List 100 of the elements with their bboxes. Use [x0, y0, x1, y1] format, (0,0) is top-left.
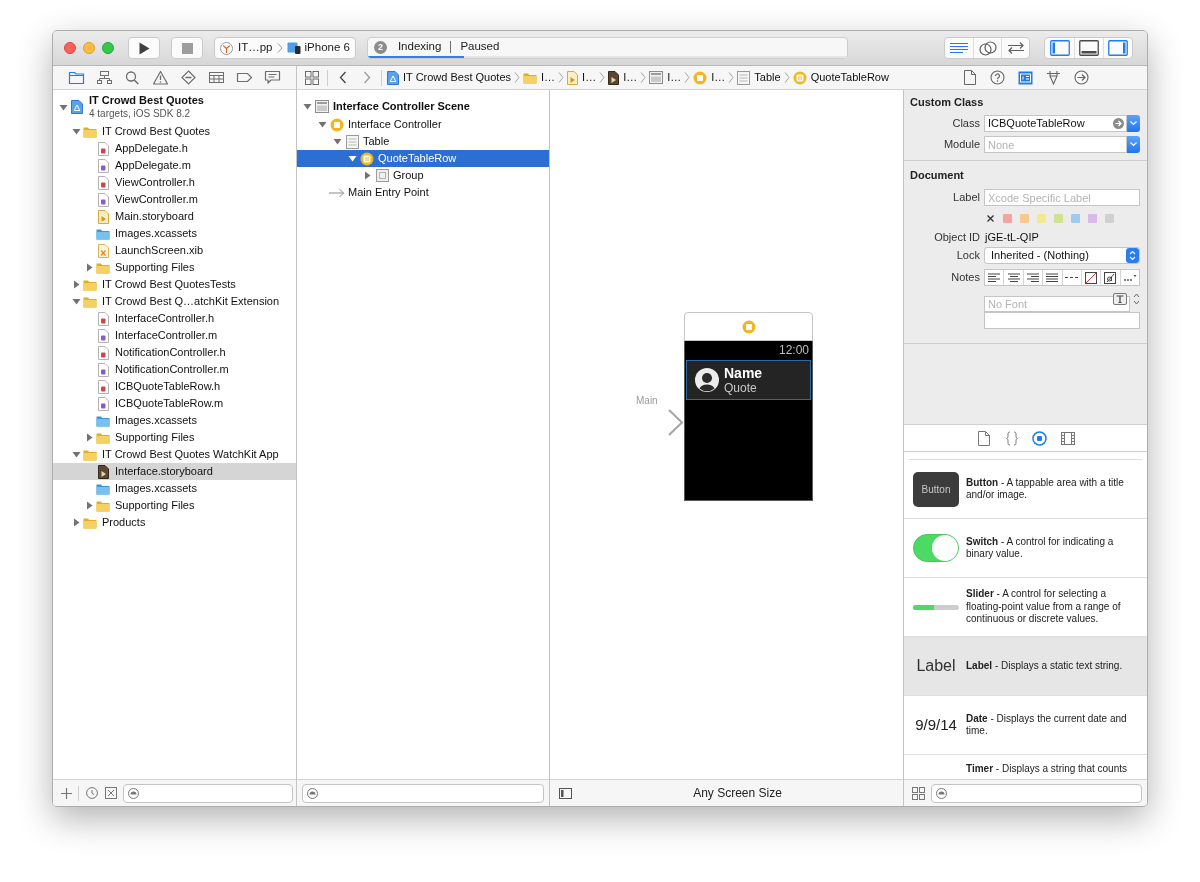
- disclosure-triangle-icon[interactable]: [58, 102, 68, 112]
- device-popup[interactable]: iPhone 6: [286, 39, 350, 57]
- file-name: InterfaceController.m: [115, 328, 218, 344]
- color-swatch[interactable]: [1037, 213, 1046, 223]
- disclosure-triangle-icon[interactable]: [71, 297, 81, 306]
- zoom-button[interactable]: [102, 42, 114, 54]
- disclosure-triangle-icon[interactable]: [71, 450, 81, 459]
- field-label: Notes: [950, 270, 980, 286]
- jump-bar-item[interactable]: I…: [649, 69, 682, 86]
- jump-bar-item[interactable]: I…: [693, 69, 726, 86]
- disclosure-triangle-icon[interactable]: [71, 518, 81, 527]
- jump-bar-item[interactable]: I…: [523, 69, 556, 86]
- table-row[interactable]: Name Quote: [686, 360, 811, 400]
- folder-icon: [96, 482, 110, 495]
- crossed-square-icon: [104, 787, 117, 799]
- disclosure-triangle-icon[interactable]: [71, 280, 81, 289]
- folder-icon: [96, 431, 110, 444]
- scm-filter-button[interactable]: [104, 786, 117, 800]
- file-name: Images.xcassets: [115, 413, 197, 429]
- label-field[interactable]: Xcode Specific Label: [984, 189, 1140, 206]
- inspector-tab[interactable]: [989, 67, 1006, 88]
- chevron-down-icon: [1130, 121, 1137, 126]
- color-swatch[interactable]: [1105, 213, 1114, 223]
- dropdown-button[interactable]: [1127, 136, 1140, 153]
- notes-text-field[interactable]: [984, 312, 1140, 329]
- boxed-glyph-icon[interactable]: [1104, 271, 1117, 284]
- library-tab[interactable]: [1004, 428, 1019, 448]
- library-tab[interactable]: [976, 428, 991, 448]
- disclosure-triangle-icon[interactable]: [84, 501, 94, 510]
- arrow-circle-icon: [1074, 70, 1089, 85]
- jump-bar-item[interactable]: I…: [608, 69, 638, 86]
- window-icon: [315, 99, 329, 113]
- file-name: ICBQuoteTableRow.h: [115, 379, 221, 395]
- arrow-circle-icon[interactable]: [1113, 118, 1124, 129]
- field-label: Label: [952, 190, 980, 206]
- lock-popup[interactable]: Inherited - (Nothing): [984, 247, 1140, 264]
- library-tab[interactable]: [1032, 428, 1047, 448]
- class-field[interactable]: ICBQuoteTableRow: [984, 115, 1127, 132]
- dashed-line-icon[interactable]: [1065, 276, 1079, 279]
- font-box-icon[interactable]: [1113, 293, 1127, 305]
- field-label: Module: [942, 137, 980, 153]
- filter-field[interactable]: [931, 783, 1142, 803]
- view-mode-button[interactable]: [911, 786, 925, 800]
- selected-row[interactable]: QuoteTableRow: [297, 150, 549, 167]
- run-button[interactable]: [128, 37, 160, 59]
- x-mark-icon[interactable]: [987, 214, 994, 222]
- color-swatch[interactable]: [1071, 213, 1080, 223]
- align-center-icon[interactable]: [1007, 273, 1020, 282]
- crossed-out-square-icon[interactable]: [1085, 271, 1098, 284]
- size-class-label[interactable]: Any Screen Size: [693, 784, 782, 802]
- disclosure-triangle-icon[interactable]: [317, 120, 327, 129]
- disclosure-triangle-icon[interactable]: [84, 263, 94, 272]
- document-icon: [567, 70, 579, 85]
- disclosure-triangle-icon[interactable]: [71, 127, 81, 136]
- selected-library-item[interactable]: Label Label - Displays a static text string.: [904, 637, 1147, 696]
- ellipsis-menu-icon[interactable]: [1122, 273, 1137, 282]
- color-swatch[interactable]: [1088, 213, 1097, 223]
- avatar-icon: [695, 368, 719, 392]
- document-icon: [97, 192, 109, 207]
- stepper-icon[interactable]: [1133, 292, 1140, 306]
- disclosure-triangle-icon[interactable]: [302, 101, 312, 111]
- document-icon: [97, 243, 109, 258]
- scheme-popup[interactable]: IT…pp: [220, 39, 273, 57]
- disclosure-triangle-icon[interactable]: [84, 433, 94, 442]
- font-field[interactable]: No Font: [984, 296, 1130, 312]
- disclosure-triangle-icon[interactable]: [362, 171, 372, 180]
- outline-item-name: Interface Controller: [348, 117, 442, 133]
- inspector-tab[interactable]: [1073, 67, 1090, 88]
- justify-icon[interactable]: [1046, 273, 1059, 282]
- chevron-right-icon: [783, 72, 790, 83]
- jump-bar-item[interactable]: I…: [567, 69, 597, 86]
- color-swatch[interactable]: [1054, 213, 1063, 223]
- document-icon: [97, 379, 109, 394]
- close-button[interactable]: [64, 42, 76, 54]
- align-right-icon[interactable]: [1026, 273, 1039, 282]
- filter-field[interactable]: [123, 783, 293, 803]
- inspector-tab[interactable]: [961, 67, 978, 88]
- module-field[interactable]: None: [984, 136, 1127, 153]
- entry-point-label: Main: [636, 395, 658, 407]
- jump-bar-item[interactable]: QuoteTableRow: [792, 69, 889, 86]
- jump-bar-item[interactable]: IT Crowd Best Quotes: [387, 69, 511, 86]
- selected-row[interactable]: Interface.storyboard: [53, 463, 296, 480]
- date-preview: 9/9/14: [915, 714, 957, 735]
- filter-field[interactable]: [302, 783, 544, 803]
- tag-icon: [235, 70, 253, 85]
- color-swatch[interactable]: [1003, 213, 1012, 223]
- disclosure-triangle-icon[interactable]: [347, 154, 357, 163]
- filter-icon: [307, 787, 318, 799]
- stop-button[interactable]: [171, 37, 203, 59]
- dropdown-button[interactable]: [1127, 115, 1140, 132]
- document-icon: [963, 70, 976, 85]
- recent-filter-button[interactable]: [85, 786, 98, 800]
- table-icon: [207, 70, 225, 85]
- align-left-icon[interactable]: [988, 273, 1001, 282]
- outline-toggle-button[interactable]: [558, 786, 572, 800]
- disclosure-triangle-icon[interactable]: [332, 137, 342, 146]
- status-text: Paused: [460, 39, 500, 55]
- color-swatch[interactable]: [1020, 213, 1029, 223]
- jump-bar-item[interactable]: Table: [737, 69, 781, 86]
- add-button[interactable]: [60, 786, 73, 800]
